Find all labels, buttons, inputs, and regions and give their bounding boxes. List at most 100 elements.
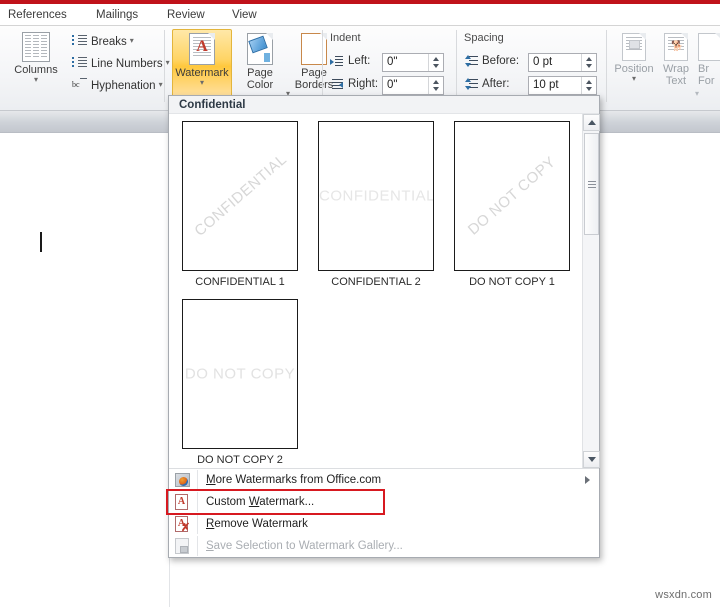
watermark-thumb-do-not-copy-2[interactable]: DO NOT COPY DO NOT COPY 2 xyxy=(182,299,298,466)
indent-left-label: Left: xyxy=(348,55,371,67)
site-watermark: wsxdn.com xyxy=(655,589,712,601)
scroll-up-button[interactable] xyxy=(583,114,600,131)
group-divider xyxy=(456,30,457,102)
indent-right-stepper[interactable] xyxy=(428,77,443,94)
gallery-thumbnail-grid: CONFIDENTIAL CONFIDENTIAL 1 CONFIDENTIAL… xyxy=(169,114,583,468)
tab-references[interactable]: References xyxy=(4,7,71,23)
scrollbar-thumb[interactable] xyxy=(584,133,599,235)
gallery-scrollbar[interactable] xyxy=(582,114,600,468)
indent-left-input[interactable]: 0" xyxy=(382,53,444,72)
menu-item-label: Save Selection to Watermark Gallery... xyxy=(206,540,403,552)
tab-view[interactable]: View xyxy=(228,7,261,23)
hyphenation-command[interactable]: bc Hyphenation ▾ xyxy=(72,78,163,93)
tab-review[interactable]: Review xyxy=(163,7,209,23)
page-color-icon xyxy=(247,33,273,65)
save-selection-icon xyxy=(173,537,193,555)
chevron-down-icon: ▾ xyxy=(33,75,38,84)
line-numbers-command[interactable]: Line Numbers ▾ xyxy=(72,56,170,71)
chevron-down-icon: ▾ xyxy=(129,36,134,45)
word-application-window: References Mailings Review View Columns … xyxy=(0,0,720,607)
menu-item-remove-watermark[interactable]: A ✗ Remove Watermark xyxy=(170,513,598,535)
breaks-label: Breaks xyxy=(91,36,127,48)
indent-left-icon xyxy=(330,56,343,67)
watermark-gallery-dropdown: Confidential CONFIDENTIAL CONFIDENTIAL 1… xyxy=(166,95,600,558)
gallery-section-header: Confidential xyxy=(169,96,599,114)
watermark-button[interactable]: A Watermark ▾ xyxy=(172,29,232,97)
spacing-before-label: Before: xyxy=(482,55,520,67)
chevron-down-icon: ▾ xyxy=(199,78,204,87)
columns-button[interactable]: Columns ▾ xyxy=(8,30,64,84)
thumb-caption: DO NOT COPY 1 xyxy=(469,276,555,288)
spacing-before-icon xyxy=(464,55,478,67)
columns-icon xyxy=(22,32,50,62)
thumb-page-preview: DO NOT COPY xyxy=(454,121,570,271)
page-color-label-2: Color xyxy=(246,79,274,91)
indent-right-label: Right: xyxy=(348,78,379,90)
position-icon xyxy=(622,33,646,61)
indent-right-input[interactable]: 0" xyxy=(382,76,444,95)
document-page[interactable] xyxy=(0,133,170,607)
wrap-text-icon: 🐕 xyxy=(664,33,688,61)
group-divider xyxy=(322,30,323,102)
bring-forward-icon xyxy=(698,33,720,61)
chevron-down-icon: ▾ xyxy=(158,80,163,89)
menu-item-save-selection: Save Selection to Watermark Gallery... xyxy=(170,535,598,557)
position-button[interactable]: Position ▾ xyxy=(612,30,656,83)
watermark-thumb-confidential-1[interactable]: CONFIDENTIAL CONFIDENTIAL 1 xyxy=(182,121,298,288)
page-borders-icon xyxy=(301,33,327,65)
indent-right-icon xyxy=(330,79,343,90)
breaks-command[interactable]: Breaks ▾ xyxy=(72,34,134,49)
menu-divider xyxy=(197,514,198,534)
thumb-caption: CONFIDENTIAL 1 xyxy=(195,276,285,288)
spacing-before-value: 0 pt xyxy=(533,56,553,68)
watermark-icon: A xyxy=(189,33,215,65)
thumb-watermark-text: DO NOT COPY xyxy=(184,365,296,383)
chevron-down-icon: ▾ xyxy=(165,58,170,67)
spacing-before-input[interactable]: 0 pt xyxy=(528,53,597,72)
wrap-text-button[interactable]: 🐕 Wrap Text xyxy=(658,30,694,87)
page-borders-label-1: Page xyxy=(301,67,327,79)
scroll-down-button[interactable] xyxy=(583,451,600,468)
group-divider xyxy=(164,30,165,102)
thumb-watermark-text: DO NOT COPY xyxy=(464,153,560,239)
chevron-right-icon xyxy=(585,476,590,484)
chevron-down-icon[interactable]: ▾ xyxy=(695,89,699,98)
watermark-thumb-confidential-2[interactable]: CONFIDENTIAL CONFIDENTIAL 2 xyxy=(318,121,434,288)
thumb-page-preview: DO NOT COPY xyxy=(182,299,298,449)
page-break-icon xyxy=(72,34,87,47)
ribbon-tab-bar: References Mailings Review View xyxy=(0,4,720,26)
thumb-caption: DO NOT COPY 2 xyxy=(197,454,283,466)
spacing-after-input[interactable]: 10 pt xyxy=(528,76,597,95)
spacing-after-stepper[interactable] xyxy=(581,77,596,94)
office-online-icon xyxy=(173,471,193,489)
indent-left-stepper[interactable] xyxy=(428,54,443,71)
wrap-text-label-1: Wrap xyxy=(662,63,690,75)
watermark-thumb-do-not-copy-1[interactable]: DO NOT COPY DO NOT COPY 1 xyxy=(454,121,570,288)
line-numbers-icon xyxy=(72,56,87,69)
thumb-page-preview: CONFIDENTIAL xyxy=(318,121,434,271)
menu-divider xyxy=(197,536,198,556)
thumb-watermark-text: CONFIDENTIAL xyxy=(319,187,434,205)
tab-mailings[interactable]: Mailings xyxy=(92,7,142,23)
page-color-label-1: Page xyxy=(247,67,273,79)
menu-item-more-watermarks[interactable]: More Watermarks from Office.com xyxy=(170,469,598,491)
page-color-button[interactable]: Page Color xyxy=(236,30,284,91)
spacing-before-stepper[interactable] xyxy=(581,54,596,71)
spacing-after-icon xyxy=(464,78,478,90)
annotation-highlight-rect xyxy=(166,489,385,515)
line-numbers-label: Line Numbers xyxy=(91,58,163,70)
spacing-after-label: After: xyxy=(482,78,510,90)
hyphenation-label: Hyphenation xyxy=(91,80,156,92)
thumb-watermark-text: CONFIDENTIAL xyxy=(191,150,291,240)
bring-forward-button[interactable]: Br For xyxy=(698,30,720,87)
wrap-text-label-2: Text xyxy=(665,75,687,87)
spacing-group-label: Spacing xyxy=(464,32,504,44)
thumb-caption: CONFIDENTIAL 2 xyxy=(331,276,421,288)
indent-right-value: 0" xyxy=(387,79,398,91)
group-divider xyxy=(606,30,607,102)
menu-item-label: Remove Watermark xyxy=(206,518,308,530)
chevron-down-icon: ▾ xyxy=(631,74,636,83)
indent-group-label: Indent xyxy=(330,32,361,44)
bring-forward-label-2: For xyxy=(698,75,715,87)
hyphenation-icon: bc xyxy=(72,78,87,91)
